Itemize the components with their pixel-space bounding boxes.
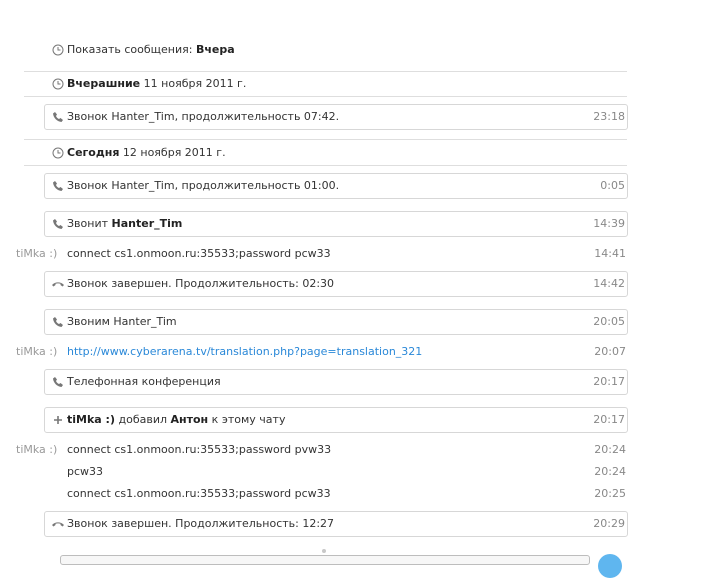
incoming-call-event: Звонит Hanter_Tim 14:39 — [44, 211, 628, 237]
message-text: connect cs1.onmoon.ru:35533;password pvw… — [67, 443, 332, 456]
conference-event: Телефонная конференция 20:17 — [44, 369, 628, 395]
phone-icon — [53, 219, 63, 229]
clock-icon — [52, 44, 64, 56]
event-time: 20:17 — [593, 375, 625, 388]
day-date: 12 ноября 2011 г. — [122, 146, 226, 159]
message-input[interactable] — [60, 555, 590, 565]
incoming-prefix: Звонит — [67, 217, 109, 230]
outgoing-call-text: Звоним Hanter_Tim — [67, 315, 177, 328]
actor-name: tiMka :) — [67, 413, 115, 426]
resize-grip[interactable] — [322, 549, 326, 553]
call-event-text: Звонок Hanter_Tim, продолжительность 01:… — [67, 179, 340, 192]
phone-icon — [53, 317, 63, 327]
call-ended-event: Звонок завершен. Продолжительность: 12:2… — [44, 511, 628, 537]
clock-icon — [52, 78, 64, 90]
message-sender: tiMka :) — [16, 443, 58, 456]
added-person: Антон — [170, 413, 209, 426]
call-event: Звонок Hanter_Tim, продолжительность 07:… — [44, 104, 628, 130]
divider — [24, 96, 627, 97]
event-time: 20:17 — [593, 413, 625, 426]
day-header-today: Сегодня 12 ноября 2011 г. — [67, 145, 226, 161]
event-time: 20:05 — [593, 315, 625, 328]
divider — [24, 165, 627, 166]
event-time: 23:18 — [593, 110, 625, 123]
message-text: connect cs1.onmoon.ru:35533;password pcw… — [67, 487, 331, 500]
hangup-icon — [52, 522, 64, 527]
member-added-text: tiMka :) добавил Антон к этому чату — [67, 408, 285, 432]
history-filter-label: Показать сообщения: — [67, 43, 193, 56]
caller-name: Hanter_Tim — [111, 217, 183, 230]
conference-text: Телефонная конференция — [67, 375, 221, 388]
phone-icon — [53, 377, 63, 387]
added-verb: добавил — [118, 413, 168, 426]
history-filter[interactable]: Показать сообщения: Вчера — [67, 42, 235, 58]
message-sender: tiMka :) — [16, 247, 58, 260]
call-event: Звонок Hanter_Tim, продолжительность 01:… — [44, 173, 628, 199]
event-time: 14:42 — [593, 277, 625, 290]
history-filter-value[interactable]: Вчера — [196, 43, 235, 56]
plus-icon — [54, 416, 62, 424]
event-time: 0:05 — [600, 179, 625, 192]
added-suffix: к этому чату — [211, 413, 286, 426]
call-ended-event: Звонок завершен. Продолжительность: 02:3… — [44, 271, 628, 297]
day-title: Сегодня — [67, 146, 120, 159]
outgoing-call-event: Звоним Hanter_Tim 20:05 — [44, 309, 628, 335]
message-sender: tiMka :) — [16, 345, 58, 358]
event-time: 14:39 — [593, 217, 625, 230]
divider — [24, 71, 627, 72]
message-time: 20:25 — [594, 487, 626, 500]
call-ended-text: Звонок завершен. Продолжительность: 02:3… — [67, 277, 335, 290]
hangup-icon — [52, 282, 64, 287]
call-event-text: Звонок Hanter_Tim, продолжительность 07:… — [67, 110, 340, 123]
message-text: pcw33 — [67, 465, 104, 478]
message-time: 20:07 — [594, 345, 626, 358]
message-time: 20:24 — [594, 443, 626, 456]
phone-icon — [53, 181, 63, 191]
message-link[interactable]: http://www.cyberarena.tv/translation.php… — [67, 344, 422, 360]
clock-icon — [52, 147, 64, 159]
divider — [24, 139, 627, 140]
day-date: 11 ноября 2011 г. — [143, 77, 247, 90]
message-time: 14:41 — [594, 247, 626, 260]
message-text: connect cs1.onmoon.ru:35533;password pcw… — [67, 247, 331, 260]
day-header-yesterday: Вчерашние 11 ноября 2011 г. — [67, 76, 246, 92]
event-time: 20:29 — [593, 517, 625, 530]
message-time: 20:24 — [594, 465, 626, 478]
incoming-call-text: Звонит Hanter_Tim — [67, 212, 182, 236]
call-ended-text: Звонок завершен. Продолжительность: 12:2… — [67, 517, 335, 530]
send-button[interactable] — [598, 554, 622, 578]
phone-icon — [53, 112, 63, 122]
day-title: Вчерашние — [67, 77, 141, 90]
member-added-event: tiMka :) добавил Антон к этому чату 20:1… — [44, 407, 628, 433]
